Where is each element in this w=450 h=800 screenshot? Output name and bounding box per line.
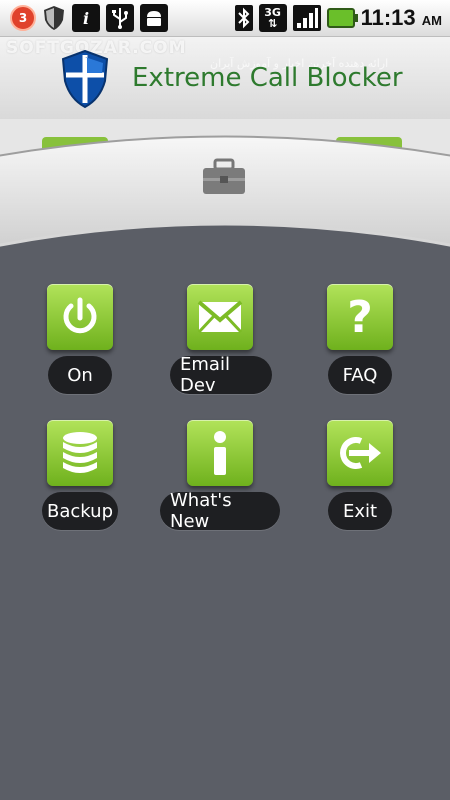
title-bar: SOFTGOZAR.COM ارائه دهنده آخرین اخبار و …: [0, 37, 450, 119]
exit-label[interactable]: Exit: [328, 492, 392, 530]
signal-icon: [292, 5, 321, 31]
exit-button[interactable]: Exit: [297, 420, 427, 540]
whats-new-label[interactable]: What's New: [160, 490, 280, 532]
faq-button[interactable]: ? FAQ: [297, 284, 427, 404]
top-panel: [0, 119, 450, 279]
email-dev-button[interactable]: Email Dev: [157, 284, 287, 404]
android-icon: [140, 4, 168, 32]
clock: 11:13 AM: [360, 5, 442, 30]
on-button[interactable]: On: [17, 284, 147, 404]
info-icon: i: [72, 4, 100, 32]
database-icon[interactable]: [47, 420, 113, 486]
app-title: Extreme Call Blocker: [132, 63, 403, 93]
app-shield-logo-icon: [61, 49, 109, 109]
bluetooth-icon: [234, 5, 253, 31]
shield-icon: [44, 6, 64, 30]
backup-button[interactable]: Backup: [17, 420, 147, 540]
envelope-icon[interactable]: [187, 284, 253, 350]
info-icon[interactable]: [187, 420, 253, 486]
toolbox-icon: [203, 158, 245, 194]
usb-icon: [106, 4, 134, 32]
3g-data-icon: 3G ⇅: [258, 4, 287, 32]
notification-badge-icon[interactable]: 3: [10, 5, 36, 31]
question-icon[interactable]: ?: [327, 284, 393, 350]
on-label[interactable]: On: [48, 356, 112, 394]
status-bar: 3 i 3G ⇅ 11:13 AM: [0, 0, 450, 37]
power-icon[interactable]: [47, 284, 113, 350]
whats-new-button[interactable]: What's New: [157, 420, 287, 540]
email-dev-label[interactable]: Email Dev: [170, 354, 272, 396]
exit-icon[interactable]: [327, 420, 393, 486]
battery-icon: [326, 8, 358, 28]
faq-label[interactable]: FAQ: [328, 356, 392, 394]
backup-label[interactable]: Backup: [42, 492, 118, 530]
